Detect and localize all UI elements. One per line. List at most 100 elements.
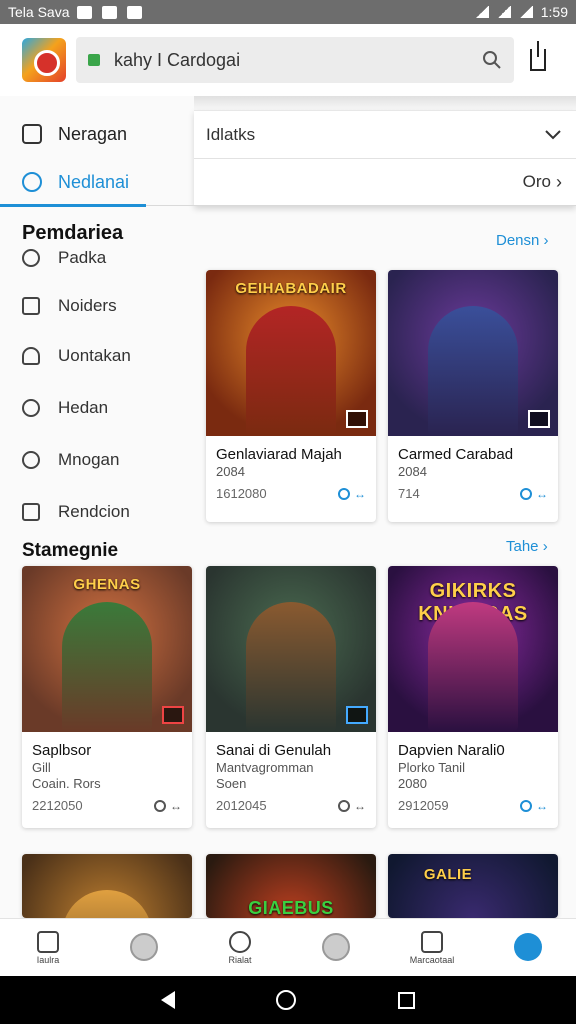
- game-subtitle: Plorko Tanil: [398, 760, 465, 775]
- game-subtitle: Gill: [32, 760, 51, 775]
- users-icon: [22, 399, 40, 417]
- game-title: Saplbsor: [32, 742, 92, 759]
- app-logo[interactable]: [22, 38, 66, 82]
- nav-item-label: Nedlanai: [58, 171, 130, 192]
- category-item[interactable]: Uontakan: [22, 346, 131, 366]
- search-icon[interactable]: [482, 50, 502, 70]
- game-publisher: 2080: [398, 776, 427, 791]
- game-cover: GIAEBUS: [206, 854, 376, 918]
- chevron-down-icon: [545, 129, 561, 139]
- game-card[interactable]: GHENAS Saplbsor Gill Coain. Rors 2212050…: [22, 566, 192, 828]
- bottom-nav-community[interactable]: [288, 919, 384, 976]
- chat-icon: [22, 451, 40, 469]
- game-meta: 1612080: [216, 486, 267, 501]
- recent-apps-icon[interactable]: [398, 991, 416, 1009]
- game-card[interactable]: [22, 854, 192, 918]
- game-cover: GHENAS: [22, 566, 192, 732]
- section-title: Stamegnie: [22, 540, 119, 561]
- chevron-right-icon: ›: [551, 171, 562, 192]
- category-label: Noiders: [58, 296, 117, 315]
- notification-icon: [127, 5, 143, 19]
- search-icon: [229, 930, 251, 953]
- game-cover: [388, 270, 558, 436]
- search-input[interactable]: kahy I Cardogai: [76, 37, 514, 83]
- status-time: 1:59: [540, 4, 568, 20]
- notification-icon: [102, 5, 118, 19]
- bottom-nav: Iaulra Rialat Marcaotaal: [0, 918, 576, 976]
- age-rating-badge: [162, 706, 184, 724]
- cover-figure: [62, 602, 152, 732]
- dropdown-shadow: [194, 96, 576, 110]
- game-cover: [22, 854, 192, 918]
- game-publisher: Soen: [216, 776, 247, 791]
- game-card[interactable]: Sanai di Genulah Mantvagromman Soen 2012…: [206, 566, 376, 828]
- rating-icon: [520, 800, 532, 813]
- game-subtitle: Mantvagromman: [216, 760, 314, 775]
- cover-title: GHENAS: [73, 576, 141, 593]
- filter-dropdown[interactable]: Idlatks Oro ›: [194, 110, 576, 206]
- category-label: Rendcion: [58, 502, 130, 521]
- game-cover: GIKIRKS KNIRACAS: [388, 566, 558, 732]
- home-button-icon[interactable]: [276, 990, 297, 1010]
- cover-figure: [428, 602, 518, 732]
- game-meta: 2012045: [216, 798, 267, 813]
- globe-icon: [130, 932, 158, 961]
- rating: ↔: [520, 487, 548, 501]
- nav-item-home[interactable]: Neragan: [0, 110, 194, 158]
- game-card[interactable]: GALIE: [388, 854, 558, 918]
- game-card[interactable]: Carmed Carabad 2084 714 ↔: [388, 270, 558, 522]
- section-more-link[interactable]: Tahe ›: [506, 538, 548, 555]
- game-card[interactable]: GIAEBUS: [206, 854, 376, 918]
- section-more-link[interactable]: Densn ›: [496, 232, 549, 249]
- user-icon: [22, 347, 40, 365]
- notification-icon: [77, 5, 93, 19]
- dropdown-action[interactable]: Oro ›: [194, 158, 576, 205]
- category-item[interactable]: Noiders: [22, 296, 117, 316]
- home-icon: [37, 930, 59, 953]
- bottom-nav-explore[interactable]: [96, 919, 192, 976]
- game-year: 2084: [398, 464, 427, 479]
- signal-icon: [496, 6, 511, 18]
- game-meta: 2912059: [398, 798, 449, 813]
- active-tab-indicator: [0, 204, 146, 207]
- bookmark-icon: [22, 503, 40, 521]
- rating: ↔: [154, 799, 182, 813]
- category-label: Uontakan: [58, 346, 131, 365]
- section-title: Pemdariea: [22, 222, 124, 244]
- category-item[interactable]: Hedan: [22, 398, 108, 418]
- bottom-nav-home[interactable]: Iaulra: [0, 919, 96, 976]
- rating: ↔: [520, 799, 548, 813]
- nav-item-search[interactable]: Nedlanai: [0, 158, 194, 206]
- game-meta: 714: [398, 486, 420, 501]
- cover-title: GALIE: [423, 866, 473, 883]
- game-card[interactable]: GIKIRKS KNIRACAS Dapvien Narali0 Plorko …: [388, 566, 558, 828]
- status-bar: Tela Sava 1:59: [0, 0, 576, 24]
- category-item[interactable]: Mnogan: [22, 450, 119, 470]
- divider: [146, 205, 576, 206]
- game-title: Dapvien Narali0: [398, 742, 505, 759]
- search-icon: [22, 172, 42, 192]
- game-year: 2084: [216, 464, 245, 479]
- dropdown-select[interactable]: Idlatks: [194, 111, 576, 158]
- compass-icon: [514, 932, 542, 961]
- bottom-nav-search[interactable]: Rialat: [192, 919, 288, 976]
- game-title: Carmed Carabad: [398, 446, 514, 463]
- bottom-nav-compass[interactable]: [480, 919, 576, 976]
- bottom-nav-label: Rialat: [228, 954, 252, 965]
- share-icon[interactable]: [530, 41, 546, 71]
- category-label: Mnogan: [58, 450, 120, 469]
- carrier-name: Tela Sava: [8, 4, 70, 20]
- rating-icon: [520, 488, 532, 501]
- game-title: Genlaviarad Majah: [216, 446, 342, 463]
- bottom-nav-library[interactable]: Marcaotaal: [384, 919, 480, 976]
- side-nav: Neragan Nedlanai: [0, 110, 194, 206]
- category-item[interactable]: Rendcion: [22, 502, 130, 522]
- category-item[interactable]: Padka: [22, 248, 106, 268]
- rating: ↔: [338, 799, 366, 813]
- rating: ↔: [338, 487, 366, 501]
- back-icon[interactable]: [160, 991, 175, 1009]
- nav-item-label: Neragan: [58, 123, 128, 144]
- dropdown-value: Idlatks: [206, 124, 256, 144]
- game-cover: [206, 566, 376, 732]
- game-card[interactable]: GEIHABADAIR Genlaviarad Majah 2084 16120…: [206, 270, 376, 522]
